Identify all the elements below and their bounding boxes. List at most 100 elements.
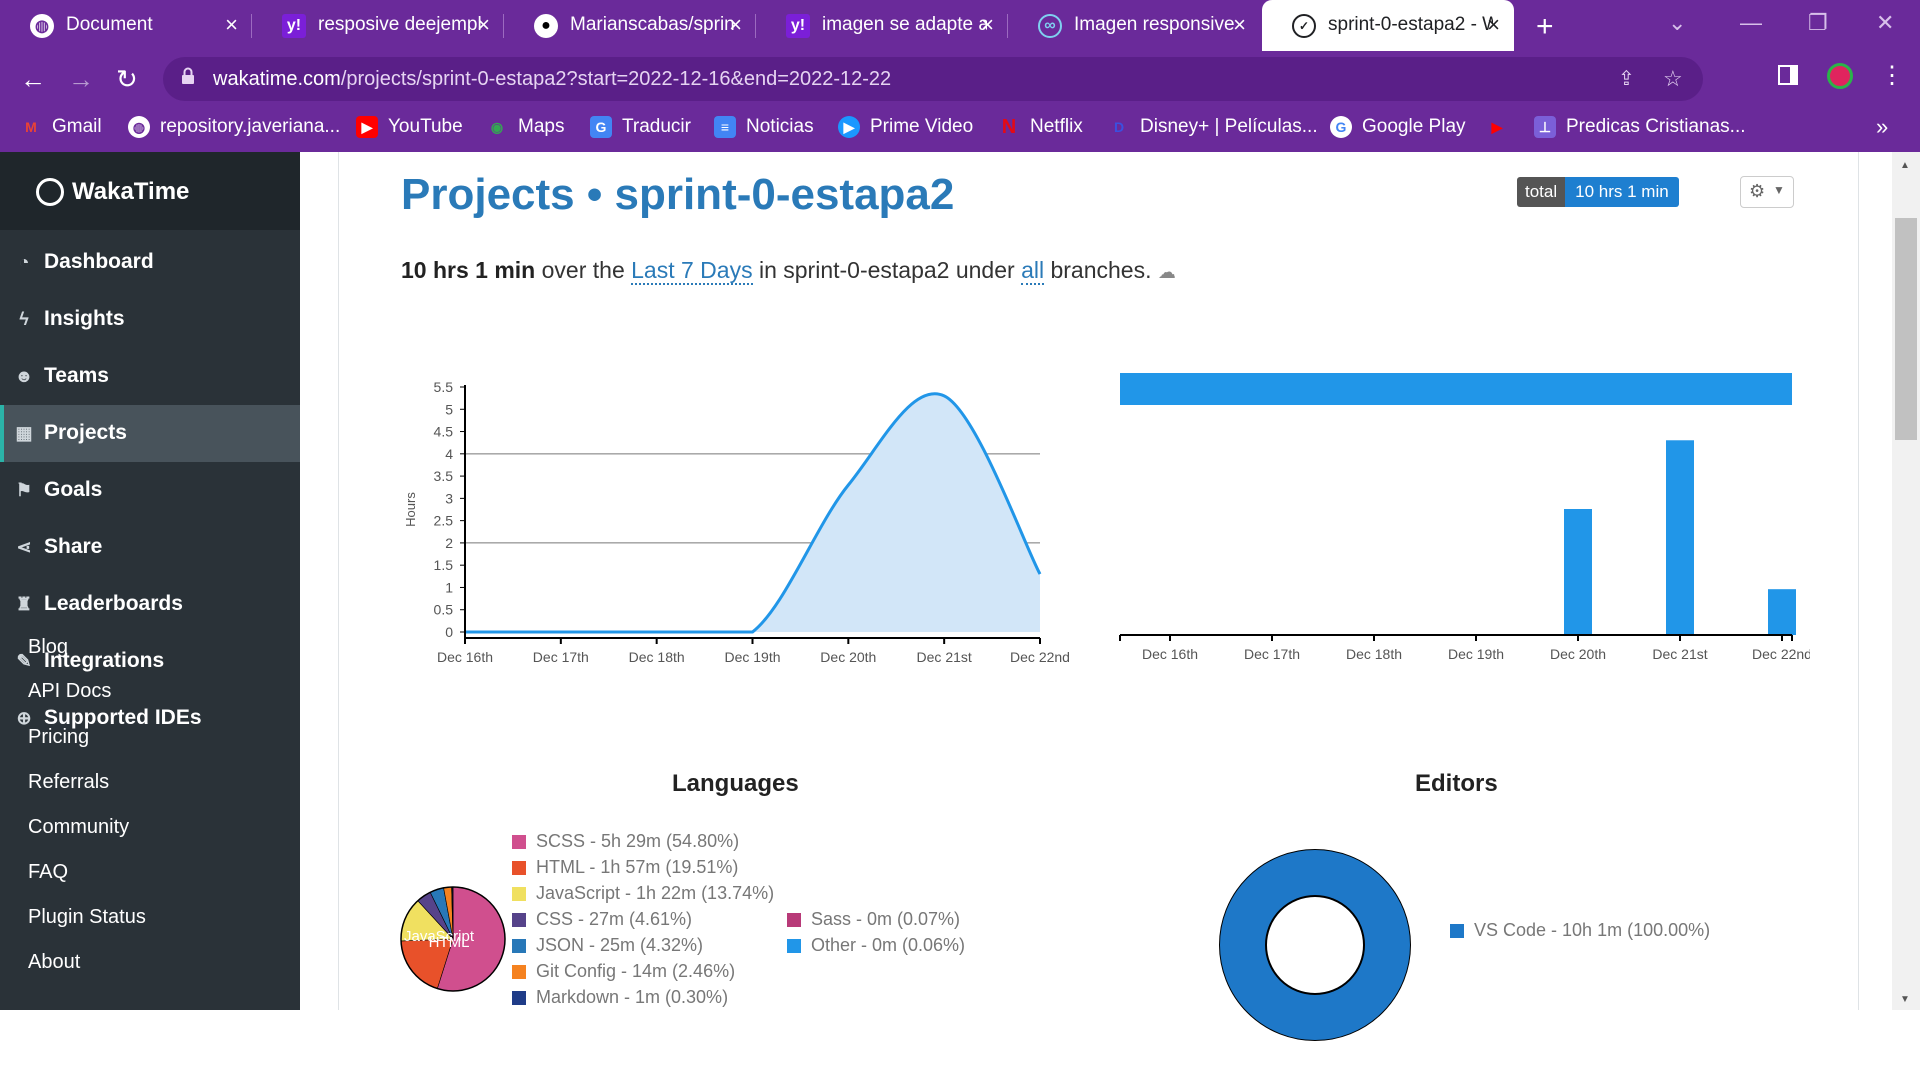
sidebar-item-share[interactable]: ⋖ Share [0, 519, 300, 576]
scrollbar[interactable]: ▲ ▼ [1892, 152, 1920, 1010]
branch-link[interactable]: all [1021, 257, 1044, 285]
bookmark-label: Netflix [1030, 116, 1083, 138]
browser-tab[interactable]: ∞ Imagen responsive × [1008, 0, 1260, 51]
legend-item[interactable]: Other - 0m (0.06%) [787, 935, 965, 956]
forward-icon[interactable]: → [68, 64, 94, 95]
bookmark-disney[interactable]: DDisney+ | Películas... [1108, 116, 1318, 138]
browser-tab[interactable]: ◍ Document × [0, 0, 252, 51]
bar [1768, 589, 1796, 635]
url-input[interactable]: wakatime.com/projects/sprint-0-estapa2?s… [163, 57, 1703, 101]
legend-label: Git Config - 14m (2.46%) [536, 961, 735, 982]
bookmark-gmail[interactable]: MGmail [20, 116, 102, 138]
legend-item[interactable]: JavaScript - 1h 22m (13.74%) [512, 883, 774, 904]
referrals-link[interactable]: Referrals [28, 771, 109, 794]
about-link[interactable]: About [28, 951, 80, 974]
disney-icon: D [1108, 116, 1130, 138]
browser-tab-bar: ◍ Document × y! resposive deejempl × ● M… [0, 0, 1920, 51]
legend-item[interactable]: VS Code - 10h 1m (100.00%) [1450, 920, 1710, 941]
legend-item[interactable]: SCSS - 5h 29m (54.80%) [512, 831, 739, 852]
sidebar-item-projects[interactable]: ▦ Projects [0, 405, 300, 462]
bookmark-repository[interactable]: ◍repository.javeriana... [128, 116, 340, 138]
bookmark-translate[interactable]: GTraducir [590, 116, 691, 138]
sidebar-item-label: Leaderboards [44, 592, 183, 616]
tab-search-icon[interactable]: ⌄ [1668, 10, 1686, 36]
legend-item[interactable]: HTML - 1h 57m (19.51%) [512, 857, 738, 878]
new-tab-button[interactable]: + [1536, 10, 1554, 44]
star-icon[interactable]: ☆ [1663, 66, 1683, 92]
legend-swatch [512, 861, 526, 875]
share-page-icon[interactable]: ⇪ [1618, 66, 1635, 91]
restore-icon[interactable]: ❐ [1808, 10, 1828, 36]
github-icon: ● [534, 14, 558, 38]
community-link[interactable]: Community [28, 816, 129, 839]
prime-video-icon: ▶ [838, 116, 860, 138]
sidebar-item-insights[interactable]: ϟ Insights [0, 291, 300, 348]
languages-pie-chart: JavaScriptHTML [398, 884, 508, 994]
donut-hole [1266, 896, 1364, 994]
bookmark-youtube-2[interactable]: ▶ [1486, 116, 1518, 138]
bookmark-predicas[interactable]: ⊥Predicas Cristianas... [1534, 116, 1746, 138]
globe-icon: ◍ [30, 14, 54, 38]
browser-tab[interactable]: y! imagen se adapte a × [756, 0, 1008, 51]
plugin-status-link[interactable]: Plugin Status [28, 906, 146, 929]
legend-item[interactable]: Git Config - 14m (2.46%) [512, 961, 735, 982]
hours-bar-chart: Dec 16thDec 17thDec 18thDec 19thDec 20th… [1110, 365, 1810, 675]
sidebar-item-label: Teams [44, 364, 109, 388]
settings-dropdown-button[interactable]: ⚙ ▼ [1740, 176, 1794, 208]
url-path: /projects/sprint-0-estapa2?start=2022-12… [341, 68, 891, 90]
close-icon[interactable]: × [225, 12, 238, 38]
bookmark-news[interactable]: ≡Noticias [714, 116, 814, 138]
editors-title: Editors [1415, 770, 1498, 798]
close-icon[interactable]: × [729, 12, 742, 38]
scroll-up-icon[interactable]: ▲ [1900, 160, 1910, 171]
close-icon[interactable]: × [1233, 12, 1246, 38]
close-icon[interactable]: × [981, 12, 994, 38]
menu-icon[interactable]: ⋮ [1880, 61, 1904, 90]
browser-tab-active[interactable]: ✓ sprint-0-estapa2 - W × [1262, 0, 1514, 51]
more-bookmarks-button[interactable]: » [1876, 114, 1888, 140]
legend-label: CSS - 27m (4.61%) [536, 909, 692, 930]
cloud-download-icon[interactable]: ☁ [1158, 262, 1176, 282]
close-icon[interactable]: × [477, 12, 490, 38]
bookmark-youtube[interactable]: ▶YouTube [356, 116, 463, 138]
brand-logo[interactable]: WakaTime [0, 152, 300, 230]
date-range-link[interactable]: Last 7 Days [631, 257, 752, 285]
reload-icon[interactable]: ↻ [116, 64, 138, 95]
legend-swatch [787, 913, 801, 927]
bookmark-label: Gmail [52, 116, 102, 138]
side-panel-icon[interactable] [1778, 65, 1798, 85]
close-icon[interactable]: × [1487, 12, 1500, 38]
back-icon[interactable]: ← [20, 64, 46, 95]
legend-item[interactable]: CSS - 27m (4.61%) [512, 909, 692, 930]
y-tick-label: 3 [445, 490, 453, 506]
url-host: wakatime.com [213, 68, 341, 90]
sidebar-item-label: Integrations [44, 649, 164, 673]
x-tick-label: Dec 20th [820, 649, 876, 665]
avatar[interactable] [1827, 63, 1853, 89]
bookmark-prime-video[interactable]: ▶Prime Video [838, 116, 973, 138]
legend-item[interactable]: JSON - 25m (4.32%) [512, 935, 703, 956]
x-tick-label: Dec 21st [917, 649, 972, 665]
sidebar-item-leaderboards[interactable]: ♜ Leaderboards [0, 576, 300, 633]
legend-swatch [512, 913, 526, 927]
close-window-icon[interactable]: ✕ [1876, 10, 1894, 36]
pricing-link[interactable]: Pricing [28, 726, 89, 749]
bookmark-google-play[interactable]: GGoogle Play [1330, 116, 1466, 138]
legend-item[interactable]: Markdown - 1m (0.30%) [512, 987, 728, 1008]
sidebar-item-teams[interactable]: ☻ Teams [0, 348, 300, 405]
scroll-thumb[interactable] [1895, 218, 1917, 440]
sidebar-item-dashboard[interactable]: ◔ Dashboard [0, 234, 300, 291]
bookmark-netflix[interactable]: NNetflix [998, 116, 1083, 138]
legend-item[interactable]: Sass - 0m (0.07%) [787, 909, 960, 930]
browser-tab[interactable]: y! resposive deejempl × [252, 0, 504, 51]
y-tick-label: 5.5 [434, 379, 454, 395]
sidebar-item-goals[interactable]: ⚑ Goals [0, 462, 300, 519]
bookmark-label: Noticias [746, 116, 814, 138]
grid-icon: ▦ [14, 423, 34, 443]
sidebar-item-label: Goals [44, 478, 102, 502]
minimize-icon[interactable]: — [1740, 10, 1762, 36]
scroll-down-icon[interactable]: ▼ [1900, 994, 1910, 1005]
faq-link[interactable]: FAQ [28, 861, 68, 884]
browser-tab[interactable]: ● Marianscabas/sprin × [504, 0, 756, 51]
bookmark-maps[interactable]: ◉Maps [486, 116, 564, 138]
